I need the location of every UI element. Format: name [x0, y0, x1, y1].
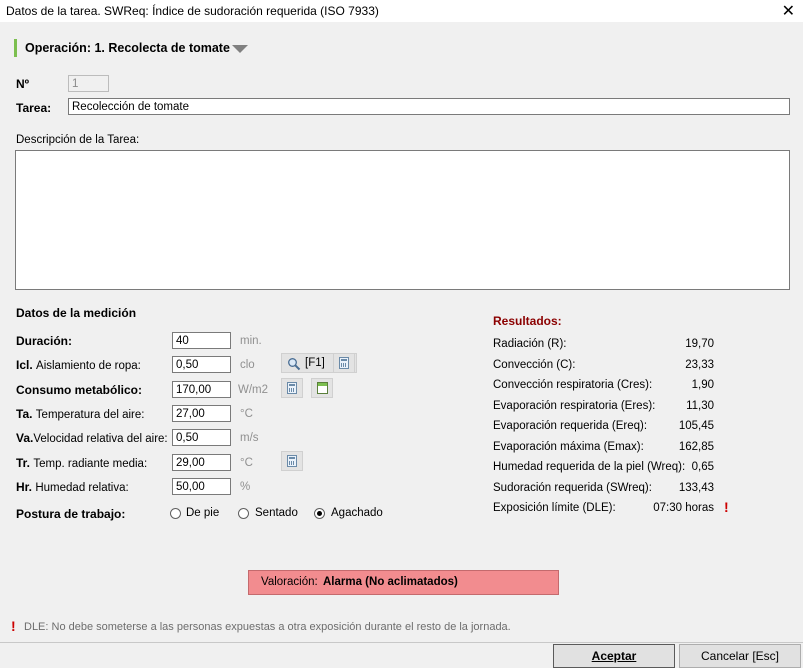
dle-note: DLE: No debe someterse a las personas ex…: [24, 621, 511, 633]
icl-input[interactable]: 0,50: [172, 356, 231, 373]
va-input[interactable]: 0,50: [172, 429, 231, 446]
close-icon[interactable]: ✕: [782, 1, 795, 21]
result-label: Convección respiratoria (Cres):: [493, 379, 653, 391]
tr-calculator-button[interactable]: [281, 451, 303, 471]
consumo-table-button[interactable]: [311, 378, 333, 398]
va-code: Va.: [16, 431, 34, 445]
valoracion-box: Valoración: Alarma (No aclimatados): [248, 570, 559, 595]
icl-label: Aislamiento de ropa:: [36, 360, 141, 372]
window-title: Datos de la tarea. SWReq: Índice de sudo…: [6, 4, 379, 18]
postura-radio-sentado[interactable]: [238, 508, 249, 519]
result-value: 11,30: [686, 400, 714, 412]
va-label-row: Va.Velocidad relativa del aire:: [16, 431, 168, 445]
consumo-unit: W/m2: [238, 384, 269, 396]
result-label: Evaporación requerida (Ereq):: [493, 420, 648, 432]
consumo-input[interactable]: 170,00: [172, 381, 231, 398]
footer-separator: [0, 642, 803, 643]
magnifier-icon: [288, 358, 301, 371]
valoracion-label: Valoración:: [261, 576, 318, 588]
descripcion-textarea[interactable]: [15, 150, 790, 290]
result-value: 133,43: [678, 482, 714, 494]
calculator-icon: [339, 357, 349, 369]
consumo-calculator-button[interactable]: [281, 378, 303, 398]
tr-label-row: Tr. Temp. radiante media:: [16, 456, 147, 470]
icl-calculator-button[interactable]: [333, 353, 355, 373]
operation-accent-bar: [14, 39, 17, 57]
tr-input[interactable]: 29,00: [172, 454, 231, 471]
exclamation-icon: !: [11, 618, 16, 634]
numero-field: 1: [68, 75, 109, 92]
result-value: 162,85: [678, 441, 714, 453]
va-label: Velocidad relativa del aire:: [33, 433, 168, 445]
hr-input[interactable]: 50,00: [172, 478, 231, 495]
result-label: Humedad requerida de la piel (Wreq):: [493, 461, 686, 473]
hr-code: Hr.: [16, 480, 33, 494]
valoracion-value: Alarma (No aclimatados): [323, 576, 458, 588]
hr-label: Humedad relativa:: [35, 482, 129, 494]
icl-unit: clo: [240, 359, 255, 371]
icl-code: Icl.: [16, 358, 33, 372]
duracion-label: Duración:: [16, 334, 73, 348]
result-label: Sudoración requerida (SWreq):: [493, 482, 652, 494]
exclamation-icon: !: [724, 499, 729, 515]
numero-label: Nº: [16, 77, 30, 91]
result-value: 23,33: [685, 359, 714, 371]
postura-radio-de-pie[interactable]: [170, 508, 181, 519]
postura-radio-agachado[interactable]: [314, 508, 325, 519]
ropa-search-shortcut: [F1]: [305, 357, 325, 369]
duracion-input[interactable]: 40: [172, 332, 231, 349]
postura-option-sentado[interactable]: Sentado: [255, 507, 298, 519]
duracion-unit: min.: [240, 335, 262, 347]
accept-button[interactable]: Aceptar: [553, 644, 675, 668]
title-bar: Datos de la tarea. SWReq: Índice de sudo…: [0, 0, 803, 22]
calculator-icon: [287, 455, 297, 467]
tarea-label: Tarea:: [16, 101, 52, 115]
result-value: 105,45: [678, 420, 714, 432]
ta-label: Temperatura del aire:: [35, 409, 145, 421]
result-value: 0,65: [691, 461, 714, 473]
ta-code: Ta.: [16, 407, 33, 421]
cancel-button[interactable]: Cancelar [Esc]: [679, 644, 801, 668]
resultados-title: Resultados:: [493, 314, 562, 328]
result-label: Evaporación máxima (Emax):: [493, 441, 644, 453]
result-label: Evaporación respiratoria (Eres):: [493, 400, 656, 412]
postura-option-de-pie[interactable]: De pie: [186, 507, 219, 519]
result-label: Radiación (R):: [493, 338, 567, 350]
tr-unit: °C: [240, 457, 253, 469]
postura-option-agachado[interactable]: Agachado: [331, 507, 383, 519]
ta-label-row: Ta. Temperatura del aire:: [16, 407, 144, 421]
descripcion-label: Descripción de la Tarea:: [16, 134, 140, 146]
ta-input[interactable]: 27,00: [172, 405, 231, 422]
tarea-field[interactable]: Recolección de tomate: [68, 98, 790, 115]
operation-label: Operación: 1. Recolecta de tomate: [25, 41, 230, 55]
result-label: Convección (C):: [493, 359, 576, 371]
tr-code: Tr.: [16, 456, 31, 470]
table-icon: [317, 382, 328, 394]
postura-label: Postura de trabajo:: [16, 507, 126, 521]
hr-label-row: Hr. Humedad relativa:: [16, 480, 129, 494]
result-label-dle: Exposición límite (DLE):: [493, 502, 616, 514]
result-value-dle: 07:30 horas: [653, 502, 714, 514]
triangle-down-icon[interactable]: [232, 45, 248, 53]
result-value: 19,70: [685, 338, 714, 350]
calculator-icon: [287, 382, 297, 394]
consumo-label: Consumo metabólico:: [16, 383, 143, 397]
ta-unit: °C: [240, 408, 253, 420]
result-value: 1,90: [691, 379, 714, 391]
icl-label-row: Icl. Aislamiento de ropa:: [16, 358, 141, 372]
tr-label: Temp. radiante media:: [33, 458, 148, 470]
hr-unit: %: [240, 481, 251, 493]
medicion-section-title: Datos de la medición: [16, 306, 137, 320]
va-unit: m/s: [240, 432, 259, 444]
accept-button-label: Aceptar: [591, 649, 637, 663]
